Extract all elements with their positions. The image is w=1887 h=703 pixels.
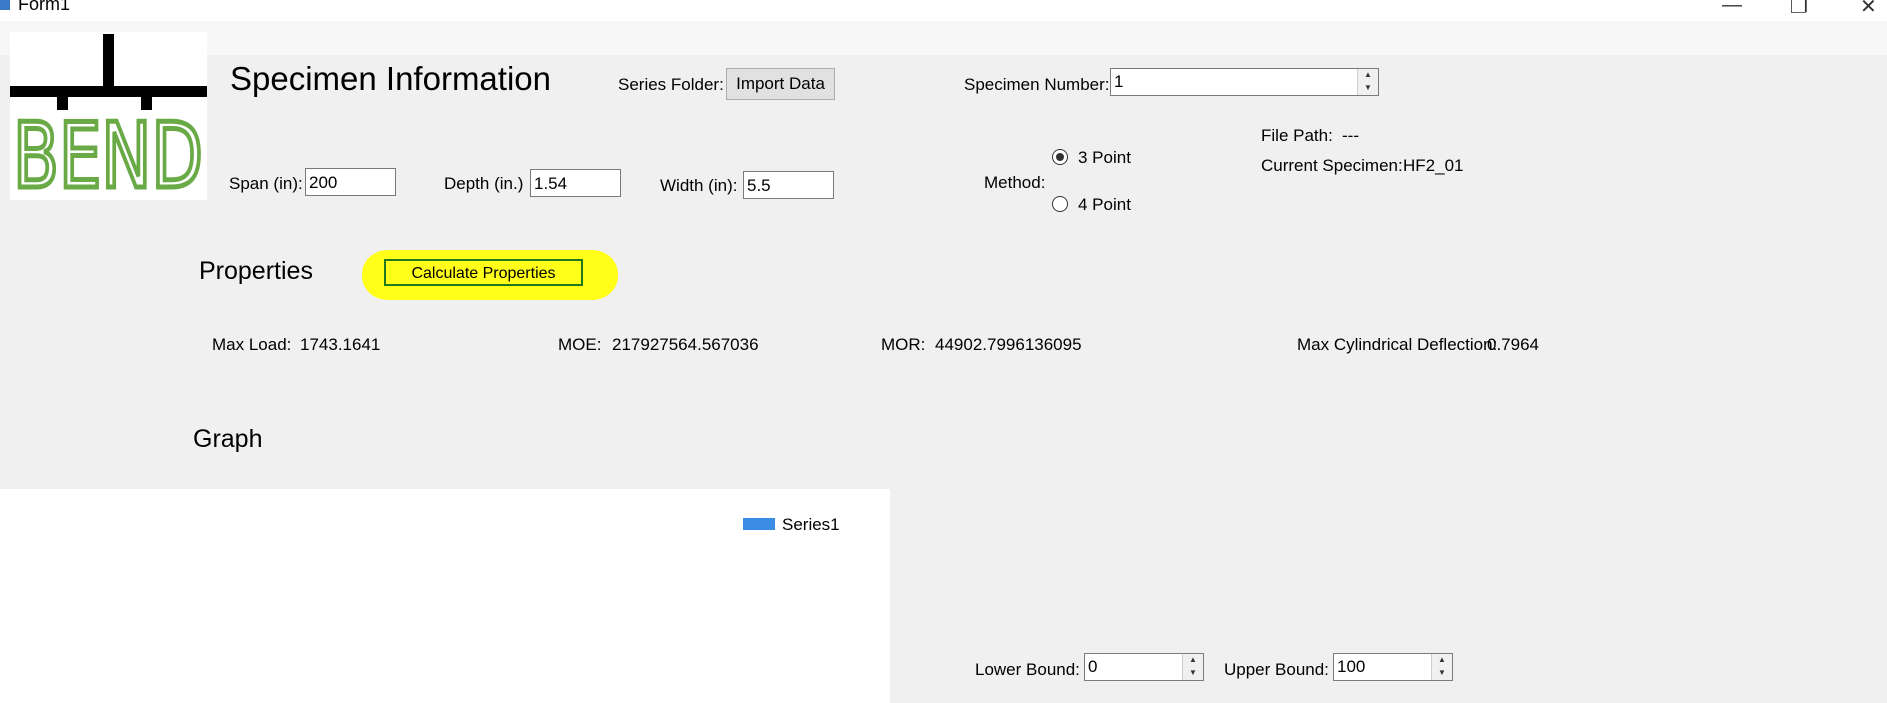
radio-4-point-label[interactable]: 4 Point [1078, 195, 1131, 215]
lower-bound-value: 0 [1088, 657, 1098, 676]
span-input[interactable]: 200 [305, 168, 396, 196]
stepper-arrows[interactable]: ▲ ▼ [1357, 69, 1378, 95]
current-specimen-label: Current Specimen: [1261, 156, 1403, 175]
logo-text: BEND [13, 104, 203, 200]
import-data-button[interactable]: Import Data [726, 68, 835, 100]
mor-value: 44902.7996136095 [935, 335, 1082, 354]
legend-swatch-series1 [743, 518, 775, 530]
upper-bound-label: Upper Bound: [1224, 660, 1329, 679]
window-title: Form1 [18, 0, 71, 14]
lower-bound-label: Lower Bound: [975, 660, 1080, 679]
radio-3-point[interactable] [1052, 149, 1068, 165]
max-deflection-value: 0.7964 [1487, 335, 1539, 354]
current-specimen-value: HF2_01 [1403, 156, 1464, 175]
graph-heading: Graph [193, 425, 263, 453]
span-label: Span (in): [229, 174, 303, 193]
series-folder-label: Series Folder: [618, 75, 724, 94]
upper-bound-value: 100 [1337, 657, 1366, 676]
specimen-number-stepper[interactable]: 1 ▲ ▼ [1110, 68, 1379, 96]
maximize-button[interactable]: ❐ [1790, 0, 1808, 19]
depth-input[interactable]: 1.54 [530, 169, 621, 197]
up-arrow-icon[interactable]: ▲ [1183, 654, 1203, 667]
upper-bound-stepper[interactable]: 100 ▲ ▼ [1333, 653, 1453, 681]
up-arrow-icon[interactable]: ▲ [1432, 654, 1452, 667]
file-path-label: File Path: [1261, 126, 1333, 145]
max-load-label: Max Load: [212, 335, 292, 354]
specimen-heading: Specimen Information [230, 60, 551, 97]
app-icon [0, 0, 10, 10]
specimen-number-value: 1 [1114, 72, 1124, 91]
stepper-arrows[interactable]: ▲ ▼ [1431, 654, 1452, 680]
calculate-properties-button[interactable]: Calculate Properties [384, 259, 583, 286]
moe-label: MOE: [558, 335, 602, 354]
radio-4-point[interactable] [1052, 196, 1068, 212]
title-bar: Form1 — ❐ ✕ [0, 0, 1887, 21]
radio-3-point-label[interactable]: 3 Point [1078, 148, 1131, 168]
down-arrow-icon[interactable]: ▼ [1183, 667, 1203, 680]
close-button[interactable]: ✕ [1860, 0, 1877, 19]
max-deflection-label: Max Cylindrical Deflection: [1297, 335, 1498, 354]
width-input[interactable]: 5.5 [743, 171, 834, 199]
legend-label-series1: Series1 [782, 515, 840, 534]
bend-logo-graphic: BEND [10, 34, 207, 212]
down-arrow-icon[interactable]: ▼ [1358, 82, 1378, 95]
max-load-value: 1743.1641 [300, 335, 381, 354]
menu-strip [0, 21, 1887, 55]
down-arrow-icon[interactable]: ▼ [1432, 667, 1452, 680]
method-label: Method: [984, 173, 1046, 192]
mor-label: MOR: [881, 335, 926, 354]
specimen-number-label: Specimen Number: [964, 75, 1110, 94]
bend-logo: BEND [10, 32, 207, 212]
file-path-value: --- [1342, 126, 1359, 145]
width-label: Width (in): [660, 176, 738, 195]
stepper-arrows[interactable]: ▲ ▼ [1182, 654, 1203, 680]
minimize-button[interactable]: — [1722, 0, 1742, 17]
lower-bound-stepper[interactable]: 0 ▲ ▼ [1084, 653, 1204, 681]
up-arrow-icon[interactable]: ▲ [1358, 69, 1378, 82]
properties-heading: Properties [199, 257, 313, 285]
moe-value: 217927564.567036 [612, 335, 759, 354]
depth-label: Depth (in.) [444, 174, 524, 193]
